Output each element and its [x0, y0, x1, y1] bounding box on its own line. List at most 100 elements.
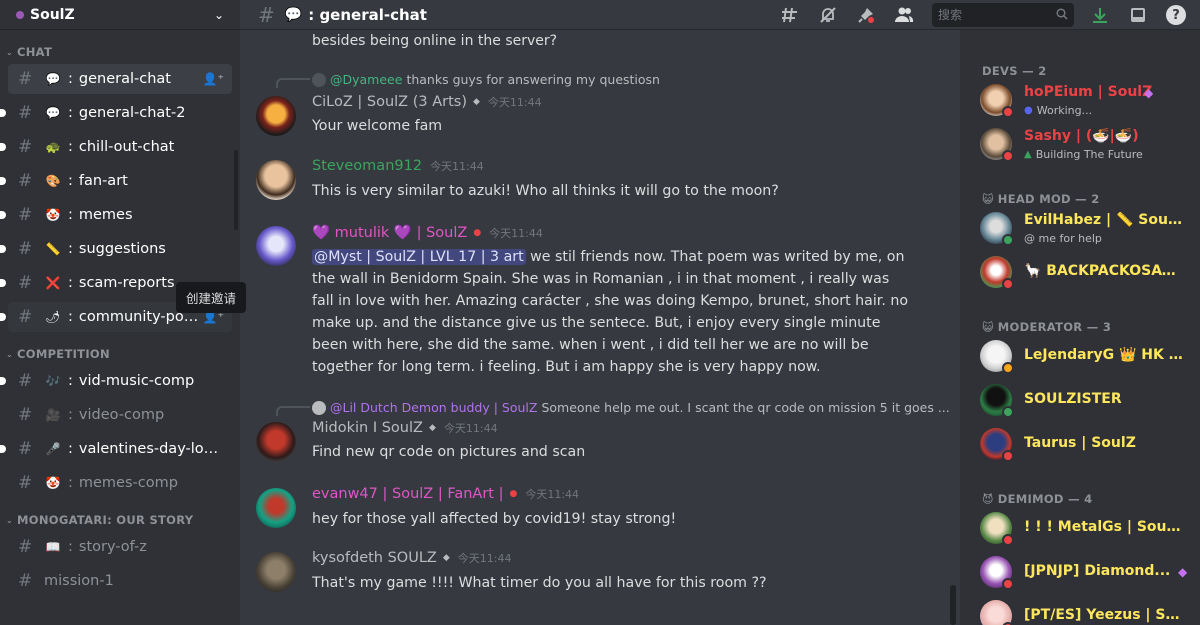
avatar[interactable]: [256, 422, 296, 462]
channel-memes-comp[interactable]: # 🤡 : memes-comp: [8, 468, 232, 498]
channel-chill-out-chat[interactable]: # 🐢 : chill-out-chat: [0, 132, 232, 162]
hash-icon: #: [18, 239, 33, 259]
member-item[interactable]: Sashy | (🍜|🍜) ▲ Building The Future: [980, 124, 1196, 164]
avatar[interactable]: [256, 552, 296, 592]
search-input[interactable]: [938, 8, 1056, 22]
member-item[interactable]: 🦙 BACKPACKOSAUR...: [980, 252, 1196, 292]
channel-name: general-chat-2: [78, 105, 186, 121]
avatar[interactable]: [256, 488, 296, 528]
channel-name: memes: [78, 207, 133, 223]
channel-story-of-z[interactable]: # 📖 : story-of-z: [8, 532, 232, 562]
category-monogatari[interactable]: ⌄ MONOGATARI: OUR STORY: [0, 512, 240, 528]
channel-valentines-day-love[interactable]: # 🎤 : valentines-day-love...: [0, 434, 232, 464]
member-name: [JPNJP] Diamond...: [1024, 563, 1171, 579]
member-name: 🦙 BACKPACKOSAUR...: [1024, 263, 1184, 279]
channel-title: : general-chat: [308, 5, 427, 24]
channel-video-comp[interactable]: # 🎥 : video-comp: [8, 400, 232, 430]
member-name: Taurus | SoulZ: [1024, 435, 1136, 451]
hash-icon: #: [18, 571, 33, 591]
channel-memes[interactable]: # 🤡 : memes: [0, 200, 232, 230]
avatar[interactable]: [256, 96, 296, 136]
ruler-icon: 📏: [45, 242, 61, 256]
member-name: ! ! ! MetalGs | Soulz | A...: [1024, 519, 1184, 535]
member-item[interactable]: hoPEium | SoulZ ◆ ● Working...: [980, 80, 1196, 120]
reply-author: @Dyameee: [330, 72, 403, 87]
role-icon: ◆: [442, 553, 450, 563]
boost-gem-icon: ◆: [1178, 565, 1188, 579]
message-author[interactable]: CiLoZ | SoulZ (3 Arts): [312, 94, 467, 110]
search-icon: [1056, 7, 1068, 23]
channel-general-chat[interactable]: # 💬 : general-chat 👤⁺: [8, 64, 232, 94]
channel-header: # 💬 : general-chat ?: [240, 0, 1200, 30]
message-author[interactable]: Midokin I SoulZ: [312, 420, 423, 436]
user-mention[interactable]: @Myst | SoulZ | LVL 17 | 3 art: [312, 249, 526, 265]
member-name: hoPEium | SoulZ: [1024, 84, 1153, 100]
message: 💜 mutulik 💜 | SoulZ ● 今天11:44 @Myst | So…: [240, 224, 940, 384]
status-dnd-icon: [1002, 278, 1014, 290]
member-name: SOULZISTER: [1024, 391, 1122, 407]
speech-bubble-icon: 💬: [45, 72, 61, 86]
download-icon[interactable]: [1088, 3, 1112, 27]
message-text: Your welcome fam: [312, 118, 443, 134]
hash-icon: #: [18, 69, 33, 89]
microphone-icon: 🎤: [45, 442, 61, 456]
category-chat[interactable]: ⌄ CHAT: [0, 44, 240, 60]
reply-author: @Lil Dutch Demon buddy | SoulZ: [330, 400, 538, 415]
help-icon[interactable]: ?: [1164, 3, 1188, 27]
member-item[interactable]: Taurus | SoulZ: [980, 424, 1196, 464]
channel-general-chat-2[interactable]: # 💬 : general-chat-2: [0, 98, 232, 128]
status-dnd-icon: [1002, 150, 1014, 162]
hash-icon: #: [18, 205, 33, 225]
add-user-icon[interactable]: 👤⁺: [203, 72, 224, 86]
members-icon[interactable]: [892, 3, 916, 27]
boost-gem-icon: ◆: [1144, 86, 1154, 100]
avatar: [312, 72, 326, 87]
member-list: DEVS — 2 hoPEium | SoulZ ◆ ● Working... …: [960, 30, 1200, 625]
chevron-down-icon: ⌄: [6, 349, 14, 359]
channel-fan-art[interactable]: # 🎨 : fan-art: [0, 166, 232, 196]
message-author[interactable]: 💜 mutulik 💜 | SoulZ: [312, 224, 467, 241]
category-competition[interactable]: ⌄ COMPETITION: [0, 346, 240, 362]
message-author[interactable]: evanw47 | SoulZ | FanArt |: [312, 486, 503, 502]
message-author[interactable]: kysofdeth SOULZ: [312, 550, 437, 566]
threads-icon[interactable]: [778, 3, 802, 27]
channel-name: suggestions: [78, 241, 166, 257]
reply-preview[interactable]: @Dyameee thanks guys for answering my qu…: [312, 72, 660, 87]
pin-icon[interactable]: [854, 3, 878, 27]
book-icon: 📖: [45, 540, 61, 554]
member-item[interactable]: EvilHabez | 📏 SoulZ ... @ me for help: [980, 208, 1196, 248]
reply-text: thanks guys for answering my questiosn: [406, 72, 660, 87]
reply-preview[interactable]: @Lil Dutch Demon buddy | SoulZ Someone h…: [312, 400, 950, 415]
status-dnd-icon: [1002, 106, 1014, 118]
server-header[interactable]: SoulZ ⌄: [0, 0, 240, 30]
mute-bell-icon[interactable]: [816, 3, 840, 27]
member-item[interactable]: [PT/ES] Yeezus | SoulZ: [980, 596, 1196, 625]
music-notes-icon: 🎶: [45, 374, 61, 388]
server-name: SoulZ: [30, 6, 75, 23]
channel-suggestions[interactable]: # 📏 : suggestions: [0, 234, 232, 264]
member-item[interactable]: LeJendaryG 👑 HK | So...: [980, 336, 1196, 376]
message: kysofdeth SOULZ ◆ 今天11:44 That's my game…: [240, 550, 940, 600]
channel-vid-music-comp[interactable]: # 🎶 : vid-music-comp: [0, 366, 232, 396]
chevron-down-icon[interactable]: ⌄: [214, 8, 224, 22]
hash-icon: #: [18, 103, 33, 123]
inbox-icon[interactable]: [1126, 3, 1150, 27]
sidebar-scrollbar[interactable]: [234, 150, 238, 230]
member-item[interactable]: SOULZISTER: [980, 380, 1196, 420]
devil-icon: 😈: [982, 492, 994, 506]
channel-name: mission-1: [44, 573, 114, 589]
status-dnd-icon: [1002, 578, 1014, 590]
member-item[interactable]: [JPNJP] Diamond... ◆: [980, 552, 1196, 592]
avatar[interactable]: [256, 160, 296, 200]
message-author[interactable]: Steveoman912: [312, 158, 422, 174]
member-status-text: ▲ Building The Future: [1024, 148, 1143, 161]
hash-icon: #: [18, 537, 33, 557]
channel-mission-1[interactable]: # mission-1: [8, 566, 232, 596]
avatar[interactable]: [256, 226, 296, 266]
unread-indicator: [0, 245, 6, 253]
hash-icon: #: [258, 2, 275, 27]
message-scrollbar[interactable]: [950, 585, 956, 625]
search-bar[interactable]: [932, 3, 1074, 27]
member-item[interactable]: ! ! ! MetalGs | Soulz | A...: [980, 508, 1196, 548]
role-icon: ◆: [428, 423, 436, 433]
